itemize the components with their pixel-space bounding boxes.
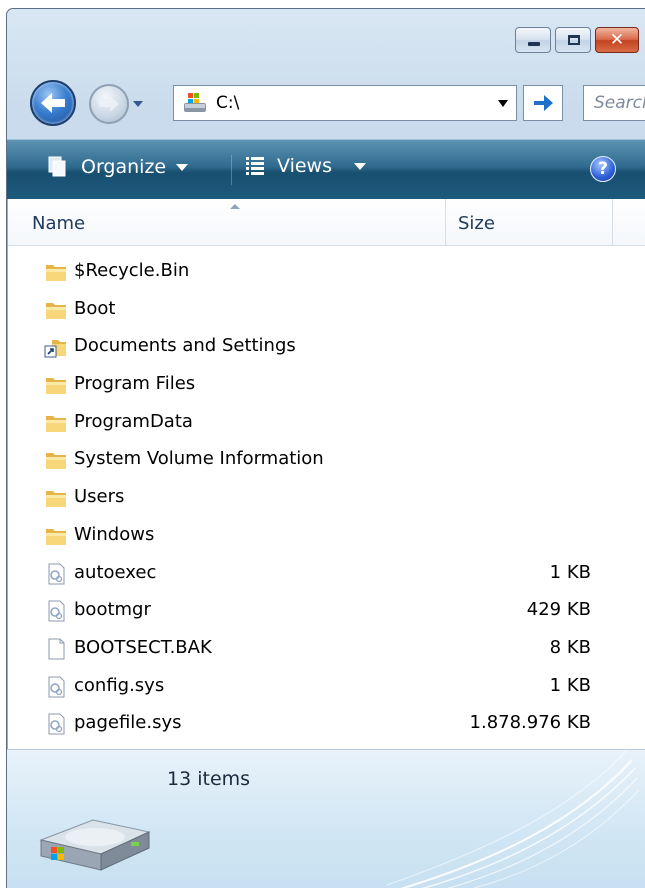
file-name: Users <box>74 486 125 508</box>
system-file-icon <box>48 563 65 584</box>
address-bar[interactable]: C:\ <box>173 85 517 121</box>
column-size-label: Size <box>458 213 495 234</box>
recent-pages-dropdown[interactable] <box>131 97 145 111</box>
views-label: Views <box>277 155 332 177</box>
file-name: $Recycle.Bin <box>74 260 190 281</box>
file-name: pagefile.sys <box>74 712 182 734</box>
file-name: autoexec <box>74 561 157 583</box>
folder-icon <box>46 302 66 319</box>
forward-arrow-icon <box>99 96 119 112</box>
table-row[interactable]: config.sys 1 KB <box>8 668 645 706</box>
help-icon: ? <box>598 159 608 179</box>
hard-drive-icon <box>39 819 151 871</box>
minimize-icon <box>528 42 540 46</box>
file-list: Name Size $Recycle.Bin Boot Documents an… <box>7 199 645 749</box>
table-row[interactable]: BOOTSECT.BAK 8 KB <box>8 630 645 668</box>
forward-button[interactable] <box>89 84 129 124</box>
file-size: 1.878.976 KB <box>469 712 591 734</box>
command-bar: Organize Views ? <box>7 139 645 199</box>
file-size: 1 KB <box>549 561 591 583</box>
file-name: bootmgr <box>74 599 151 621</box>
file-rows: $Recycle.Bin Boot Documents and Settings… <box>8 253 645 743</box>
maximize-button[interactable] <box>555 27 591 53</box>
file-size: 1 KB <box>549 674 591 696</box>
table-row[interactable]: Windows <box>8 517 645 555</box>
search-placeholder: Search <box>594 93 645 113</box>
maximize-icon <box>568 35 580 45</box>
column-header-size[interactable]: Size <box>447 199 613 246</box>
column-header-name[interactable]: Name <box>8 199 446 246</box>
folder-icon <box>46 415 66 432</box>
help-button[interactable]: ? <box>590 156 616 182</box>
search-input[interactable]: Search <box>583 85 645 121</box>
file-name: System Volume Information <box>74 448 324 470</box>
system-file-icon <box>48 713 65 735</box>
close-icon: ✕ <box>609 30 625 50</box>
close-button[interactable]: ✕ <box>595 27 639 53</box>
item-count: 13 items <box>167 768 251 790</box>
folder-icon <box>46 491 66 508</box>
table-row[interactable]: Documents and Settings <box>8 328 645 366</box>
toolbar-separator <box>231 155 232 185</box>
column-header-filler <box>614 199 645 246</box>
file-name: BOOTSECT.BAK <box>74 636 212 658</box>
go-button[interactable] <box>523 85 563 121</box>
table-row[interactable]: System Volume Information <box>8 441 645 479</box>
address-dropdown[interactable] <box>488 86 516 120</box>
file-size: 429 KB <box>526 599 591 621</box>
table-row[interactable]: bootmgr 429 KB <box>8 592 645 630</box>
back-arrow-icon <box>41 93 65 113</box>
back-button[interactable] <box>30 80 76 126</box>
column-header-row: Name Size <box>8 199 645 246</box>
minimize-button[interactable] <box>515 27 551 53</box>
views-button[interactable]: Views <box>243 154 366 178</box>
organize-icon <box>48 156 66 177</box>
folder-icon <box>46 453 66 470</box>
file-name: Documents and Settings <box>74 335 296 357</box>
file-name: Program Files <box>74 373 196 395</box>
system-file-icon <box>48 676 65 698</box>
go-arrow-icon <box>534 95 553 111</box>
folder-shortcut-icon <box>44 340 66 358</box>
caption-buttons: ✕ <box>515 27 639 53</box>
decorative-swoosh <box>387 750 640 888</box>
table-row[interactable]: autoexec 1 KB <box>8 555 645 593</box>
views-dropdown-icon <box>354 162 366 170</box>
file-name: config.sys <box>74 674 165 696</box>
details-pane: 13 items <box>7 749 645 888</box>
drive-icon <box>184 93 206 112</box>
organize-label: Organize <box>81 156 167 178</box>
table-row[interactable]: Program Files <box>8 366 645 404</box>
folder-icon <box>46 265 66 281</box>
table-row[interactable]: Boot <box>8 291 645 329</box>
folder-icon <box>46 528 66 545</box>
organize-dropdown-icon <box>176 163 189 171</box>
table-row[interactable]: pagefile.sys 1.878.976 KB <box>8 705 645 743</box>
organize-button[interactable]: Organize <box>45 154 189 180</box>
system-file-icon <box>48 600 65 622</box>
table-row[interactable]: Users <box>8 479 645 517</box>
column-name-label: Name <box>32 213 86 234</box>
views-icon <box>246 157 264 175</box>
navigation-bar: C:\ Search <box>7 79 645 129</box>
table-row[interactable]: $Recycle.Bin <box>8 253 645 291</box>
table-row[interactable]: ProgramData <box>8 404 645 442</box>
sort-ascending-icon <box>230 204 240 209</box>
file-name: Boot <box>74 297 116 319</box>
folder-icon <box>46 378 66 395</box>
address-text: C:\ <box>216 93 240 113</box>
blank-file-icon <box>48 638 65 660</box>
file-name: Windows <box>74 523 155 545</box>
explorer-window: ✕ C:\ Searc Organize Views ? Name Size $… <box>6 8 645 888</box>
file-size: 8 KB <box>549 636 591 658</box>
file-name: ProgramData <box>74 410 193 432</box>
